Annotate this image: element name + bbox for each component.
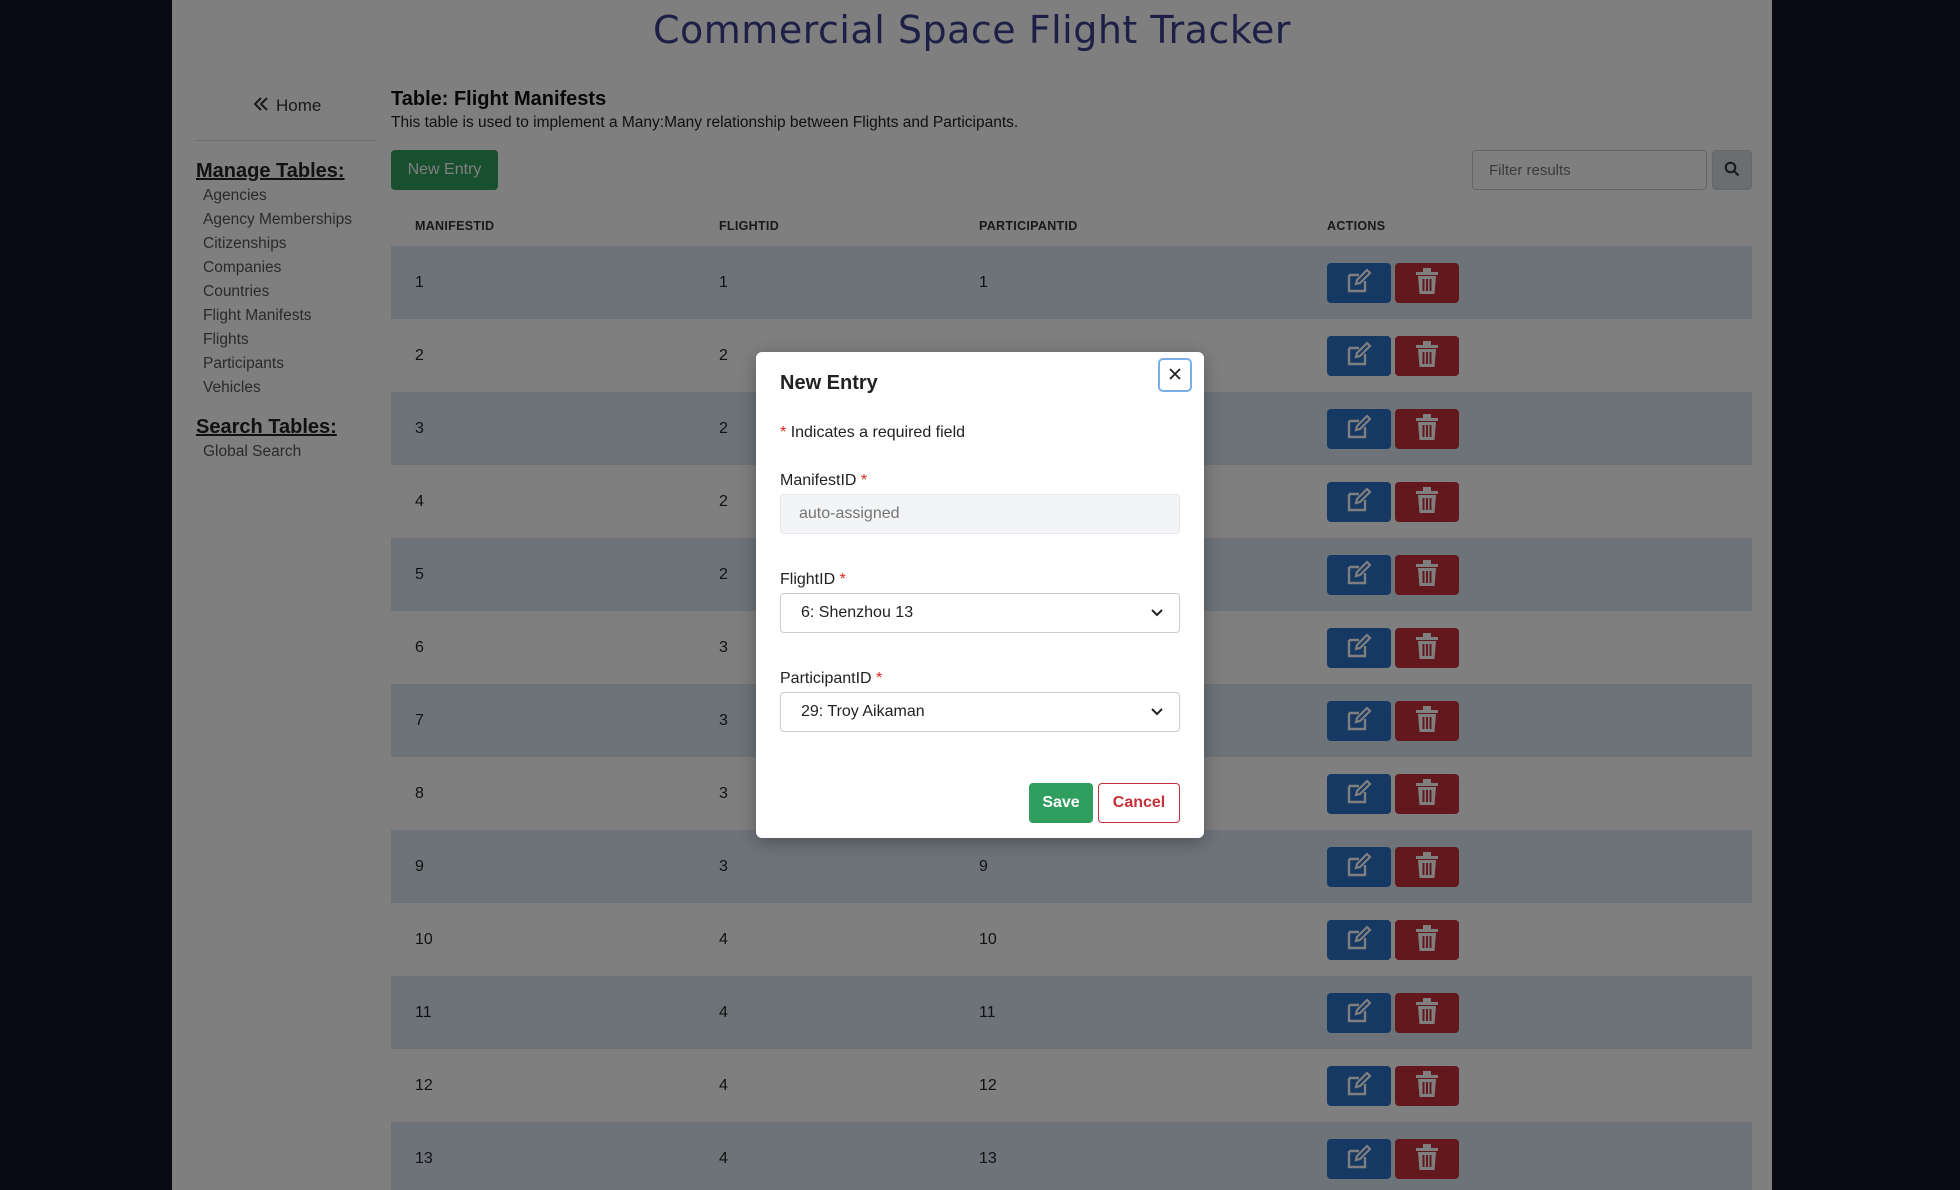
required-asterisk: * [860,472,868,489]
flightid-label: FlightID * [780,571,846,589]
manifestid-input [780,494,1180,534]
flightid-label-text: FlightID [780,571,836,588]
modal-close-button[interactable] [1158,358,1192,392]
chevron-down-icon [1151,703,1163,721]
participantid-select[interactable]: 29: Troy Aikaman [780,692,1180,732]
manifestid-label-text: ManifestID [780,472,857,489]
required-asterisk: * [876,670,883,687]
flightid-select-value: 6: Shenzhou 13 [801,604,914,621]
modal-title: New Entry [780,372,878,394]
cancel-button[interactable]: Cancel [1098,783,1180,823]
save-button[interactable]: Save [1029,783,1093,823]
flightid-select[interactable]: 6: Shenzhou 13 [780,593,1180,633]
required-asterisk: * [780,424,787,441]
new-entry-modal: New Entry * Indicates a required field M… [756,352,1204,838]
participantid-label: ParticipantID * [780,670,882,688]
close-icon [1168,367,1182,384]
participantid-select-value: 29: Troy Aikaman [801,703,925,720]
manifestid-label: ManifestID * [780,472,867,490]
participantid-label-text: ParticipantID [780,670,872,687]
chevron-down-icon [1151,604,1163,622]
required-note: * Indicates a required field [780,424,965,442]
required-asterisk: * [839,571,846,588]
required-note-text: Indicates a required field [790,424,966,441]
